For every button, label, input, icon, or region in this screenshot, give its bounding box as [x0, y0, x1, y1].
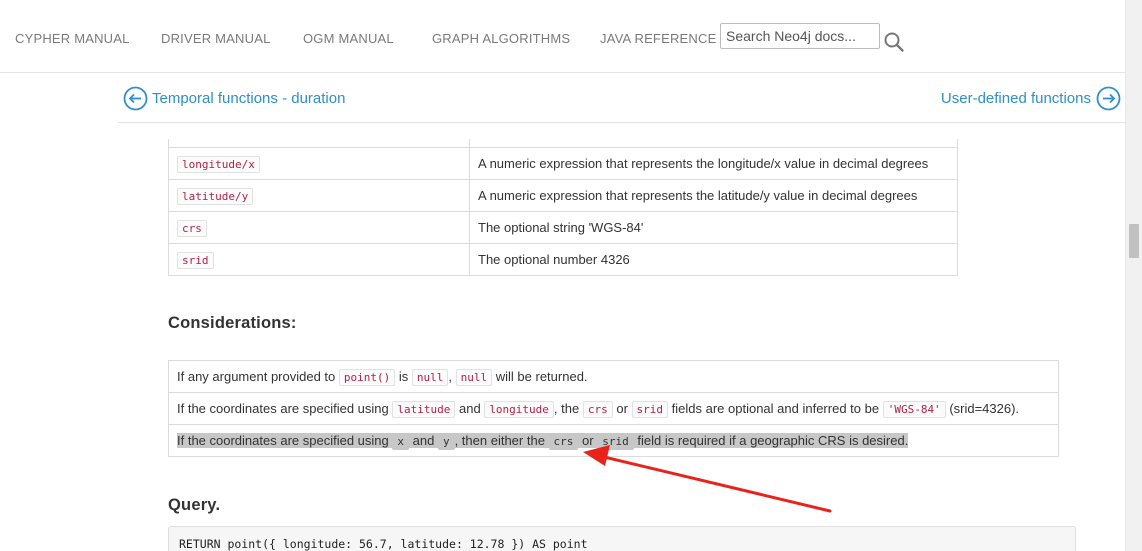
table-row: If the coordinates are specified using l…: [168, 392, 1059, 425]
argument-description: A numeric expression that represents the…: [469, 146, 958, 180]
table-row-clipped: [168, 139, 958, 148]
table-row: srid The optional number 4326: [168, 242, 958, 276]
table-row: crs The optional string 'WGS-84': [168, 210, 958, 244]
query-code-block[interactable]: RETURN point({ longitude: 56.7, latitude…: [168, 526, 1076, 551]
selected-text: If the coordinates are specified using x…: [177, 433, 909, 450]
nav-ogm-manual[interactable]: OGM MANUAL: [303, 31, 394, 46]
query-heading: Query.: [168, 496, 221, 514]
nav-graph-algorithms[interactable]: GRAPH ALGORITHMS: [432, 31, 570, 46]
nav-java-reference[interactable]: JAVA REFERENCE: [600, 31, 716, 46]
arrow-left-circle-icon: [123, 86, 148, 111]
next-page-label: User-defined functions: [940, 90, 1091, 107]
prev-page-link[interactable]: Temporal functions - duration: [123, 86, 345, 111]
search-input[interactable]: [720, 23, 880, 49]
arrow-right-circle-icon: [1096, 86, 1121, 111]
nav-driver-manual[interactable]: DRIVER MANUAL: [161, 31, 271, 46]
argument-name: longitude/x: [177, 155, 260, 173]
consideration-x-y: If the coordinates are specified using x…: [168, 424, 1059, 457]
argument-name: latitude/y: [177, 187, 254, 205]
argument-description: The optional number 4326: [469, 242, 958, 276]
table-row: latitude/y A numeric expression that rep…: [168, 178, 958, 212]
page-scrollbar[interactable]: [1125, 0, 1142, 551]
table-row: longitude/x A numeric expression that re…: [168, 146, 958, 180]
argument-name: crs: [177, 219, 207, 237]
page-navigation: Temporal functions - duration User-defin…: [118, 73, 1125, 123]
considerations-table: If any argument provided to point() is n…: [168, 360, 1059, 457]
table-row-selected: If the coordinates are specified using x…: [168, 424, 1059, 457]
table-row: If any argument provided to point() is n…: [168, 360, 1059, 393]
scrollbar-thumb[interactable]: [1129, 224, 1139, 258]
consideration-null-args: If any argument provided to point() is n…: [168, 360, 1059, 393]
arguments-table: longitude/x A numeric expression that re…: [168, 139, 958, 276]
top-navigation: CYPHER MANUAL DRIVER MANUAL OGM MANUAL G…: [0, 0, 1142, 73]
nav-cypher-manual[interactable]: CYPHER MANUAL: [15, 31, 130, 46]
argument-name: srid: [177, 251, 214, 269]
prev-page-label: Temporal functions - duration: [152, 90, 346, 107]
search-icon[interactable]: [883, 31, 905, 53]
argument-description: A numeric expression that represents the…: [469, 178, 958, 212]
next-page-link[interactable]: User-defined functions: [941, 86, 1121, 111]
argument-description: The optional string 'WGS-84': [469, 210, 958, 244]
consideration-latitude-longitude: If the coordinates are specified using l…: [168, 392, 1059, 425]
considerations-heading: Considerations:: [168, 314, 297, 332]
